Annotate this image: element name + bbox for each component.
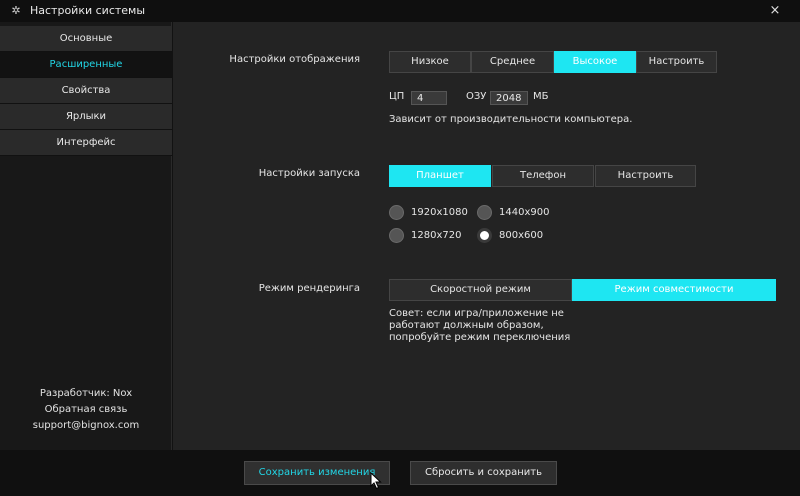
resolution-radio-1440x900[interactable] [477, 205, 492, 220]
gear-icon: ✲ [11, 4, 21, 17]
sidebar-item-shortcuts[interactable]: Ярлыки [0, 104, 172, 130]
resolution-radio-800x600[interactable] [477, 228, 492, 243]
cpu-input[interactable] [411, 91, 447, 105]
sidebar-item-basic[interactable]: Основные [0, 26, 172, 52]
sidebar-item-properties[interactable]: Свойства [0, 78, 172, 104]
reset-and-save-button[interactable]: Сбросить и сохранить [410, 461, 557, 485]
display-option-custom[interactable]: Настроить [636, 51, 717, 73]
startup-option-phone[interactable]: Телефон [492, 165, 594, 187]
ram-unit: МБ [533, 91, 549, 102]
display-option-medium[interactable]: Среднее [471, 51, 554, 73]
resolution-radio-1280x720[interactable] [389, 228, 404, 243]
startup-option-tablet[interactable]: Планшет [389, 165, 491, 187]
sidebar-item-interface[interactable]: Интерфейс [0, 130, 172, 156]
ram-input[interactable] [490, 91, 528, 105]
resolution-label-1280x720: 1280x720 [411, 230, 462, 241]
display-option-low[interactable]: Низкое [389, 51, 471, 73]
close-button[interactable]: × [762, 2, 788, 20]
developer-label: Разработчик: Nox [39, 388, 133, 399]
cpu-label: ЦП [389, 91, 405, 102]
render-option-speed[interactable]: Скоростной режим [389, 279, 572, 301]
startup-option-custom[interactable]: Настроить [595, 165, 696, 187]
support-email[interactable]: support@bignox.com [0, 420, 172, 431]
sidebar-item-advanced[interactable]: Расширенные [0, 52, 172, 78]
render-tip: Совет: если игра/приложение не работают … [389, 308, 571, 343]
sidebar: Основные Расширенные Свойства Ярлыки Инт… [0, 22, 172, 450]
settings-panel: Настройки отображения Низкое Среднее Выс… [173, 22, 800, 450]
window-title: Настройки системы [30, 4, 146, 17]
render-option-compatibility[interactable]: Режим совместимости [572, 279, 776, 301]
display-settings-label: Настройки отображения [229, 54, 360, 65]
footer-bar: Сохранить изменения Сбросить и сохранить [0, 450, 800, 496]
resolution-label-1440x900: 1440x900 [499, 207, 550, 218]
resolution-radio-1920x1080[interactable] [389, 205, 404, 220]
ram-label: ОЗУ [466, 91, 487, 102]
mouse-cursor-icon [370, 472, 382, 490]
feedback-link[interactable]: Обратная связь [0, 404, 172, 415]
startup-settings-label: Настройки запуска [258, 168, 360, 179]
resolution-label-1920x1080: 1920x1080 [411, 207, 468, 218]
save-changes-button[interactable]: Сохранить изменения [244, 461, 390, 485]
title-bar: ✲ Настройки системы × [0, 0, 800, 22]
resolution-label-800x600: 800x600 [499, 230, 544, 241]
display-option-high[interactable]: Высокое [554, 51, 636, 73]
render-mode-label: Режим рендеринга [258, 283, 360, 294]
display-note: Зависит от производительности компьютера… [389, 114, 633, 125]
